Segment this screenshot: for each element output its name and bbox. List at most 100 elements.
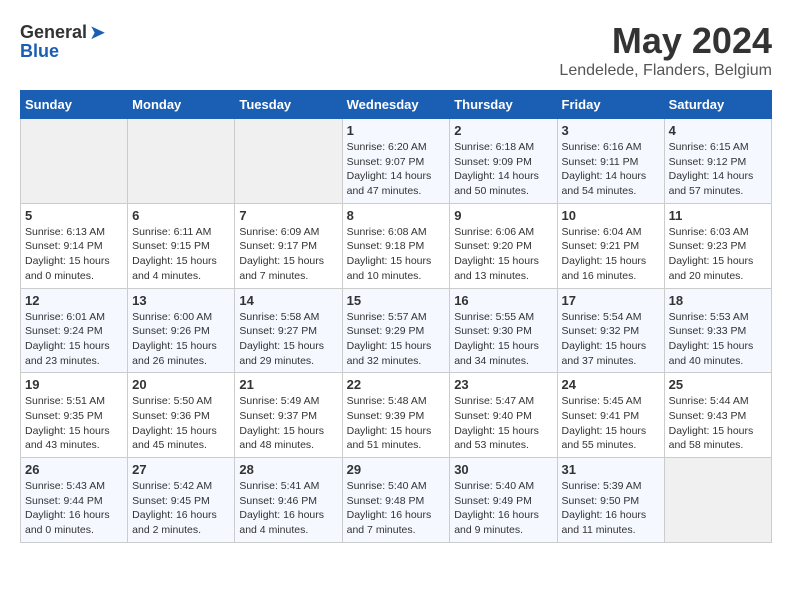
day-number: 7 [239,208,337,223]
calendar-cell: 12Sunrise: 6:01 AM Sunset: 9:24 PM Dayli… [21,288,128,373]
day-info: Sunrise: 5:48 AM Sunset: 9:39 PM Dayligh… [347,394,446,453]
calendar-week-3: 12Sunrise: 6:01 AM Sunset: 9:24 PM Dayli… [21,288,772,373]
day-number: 5 [25,208,123,223]
header-sunday: Sunday [21,91,128,119]
calendar-cell: 19 Sunrise: 5:51 AM Sunset: 9:35 PM Dayli… [21,373,128,458]
day-number: 3 [562,123,660,138]
calendar-cell: 30 Sunrise: 5:40 AM Sunset: 9:49 PM Dayli… [450,458,557,543]
day-number: 30 [454,462,552,477]
calendar-week-4: 19 Sunrise: 5:51 AM Sunset: 9:35 PM Dayli… [21,373,772,458]
calendar-cell: 7 Sunrise: 6:09 AM Sunset: 9:17 PM Daylig… [235,203,342,288]
day-number: 17 [562,293,660,308]
calendar-cell: 24Sunrise: 5:45 AM Sunset: 9:41 PM Dayli… [557,373,664,458]
calendar-cell: 29 Sunrise: 5:40 AM Sunset: 9:48 PM Dayli… [342,458,450,543]
day-number: 12 [25,293,123,308]
day-info: Sunrise: 5:40 AM Sunset: 9:49 PM Dayligh… [454,479,552,538]
day-number: 13 [132,293,230,308]
day-number: 27 [132,462,230,477]
calendar-cell [235,119,342,204]
day-info: Sunrise: 5:44 AM Sunset: 9:43 PM Dayligh… [669,394,767,453]
calendar-cell: 3 Sunrise: 6:16 AM Sunset: 9:11 PM Daylig… [557,119,664,204]
calendar-cell: 6Sunrise: 6:11 AM Sunset: 9:15 PM Daylig… [128,203,235,288]
day-number: 28 [239,462,337,477]
day-info: Sunrise: 5:54 AM Sunset: 9:32 PM Dayligh… [562,310,660,369]
day-number: 14 [239,293,337,308]
day-number: 22 [347,377,446,392]
day-number: 2 [454,123,552,138]
day-info: Sunrise: 6:20 AM Sunset: 9:07 PM Dayligh… [347,140,446,199]
day-info: Sunrise: 5:42 AM Sunset: 9:45 PM Dayligh… [132,479,230,538]
calendar-cell: 1 Sunrise: 6:20 AM Sunset: 9:07 PM Daylig… [342,119,450,204]
day-info: Sunrise: 5:50 AM Sunset: 9:36 PM Dayligh… [132,394,230,453]
day-number: 8 [347,208,446,223]
day-info: Sunrise: 5:43 AM Sunset: 9:44 PM Dayligh… [25,479,123,538]
logo-general: General [20,22,87,43]
calendar-cell: 13 Sunrise: 6:00 AM Sunset: 9:26 PM Dayli… [128,288,235,373]
calendar-table: SundayMondayTuesdayWednesdayThursdayFrid… [20,90,772,543]
calendar-cell: 10Sunrise: 6:04 AM Sunset: 9:21 PM Dayli… [557,203,664,288]
calendar-cell [664,458,771,543]
day-info: Sunrise: 5:41 AM Sunset: 9:46 PM Dayligh… [239,479,337,538]
day-info: Sunrise: 6:06 AM Sunset: 9:20 PM Dayligh… [454,225,552,284]
header-row: SundayMondayTuesdayWednesdayThursdayFrid… [21,91,772,119]
calendar-cell: 15 Sunrise: 5:57 AM Sunset: 9:29 PM Dayli… [342,288,450,373]
day-info: Sunrise: 6:08 AM Sunset: 9:18 PM Dayligh… [347,225,446,284]
day-info: Sunrise: 6:15 AM Sunset: 9:12 PM Dayligh… [669,140,767,199]
day-info: Sunrise: 5:51 AM Sunset: 9:35 PM Dayligh… [25,394,123,453]
day-number: 16 [454,293,552,308]
calendar-cell: 28 Sunrise: 5:41 AM Sunset: 9:46 PM Dayli… [235,458,342,543]
day-info: Sunrise: 5:39 AM Sunset: 9:50 PM Dayligh… [562,479,660,538]
calendar-cell: 11Sunrise: 6:03 AM Sunset: 9:23 PM Dayli… [664,203,771,288]
calendar-cell: 22 Sunrise: 5:48 AM Sunset: 9:39 PM Dayli… [342,373,450,458]
day-info: Sunrise: 5:57 AM Sunset: 9:29 PM Dayligh… [347,310,446,369]
day-number: 29 [347,462,446,477]
calendar-cell: 26 Sunrise: 5:43 AM Sunset: 9:44 PM Dayli… [21,458,128,543]
calendar-cell: 2Sunrise: 6:18 AM Sunset: 9:09 PM Daylig… [450,119,557,204]
calendar-cell: 25 Sunrise: 5:44 AM Sunset: 9:43 PM Dayli… [664,373,771,458]
calendar-cell: 20 Sunrise: 5:50 AM Sunset: 9:36 PM Dayli… [128,373,235,458]
calendar-cell: 14 Sunrise: 5:58 AM Sunset: 9:27 PM Dayli… [235,288,342,373]
calendar-cell: 23Sunrise: 5:47 AM Sunset: 9:40 PM Dayli… [450,373,557,458]
day-info: Sunrise: 5:49 AM Sunset: 9:37 PM Dayligh… [239,394,337,453]
day-number: 21 [239,377,337,392]
page-header: General ➤ Blue May 2024 Lendelede, Fland… [20,20,772,80]
calendar-cell: 27 Sunrise: 5:42 AM Sunset: 9:45 PM Dayli… [128,458,235,543]
day-info: Sunrise: 5:55 AM Sunset: 9:30 PM Dayligh… [454,310,552,369]
day-number: 1 [347,123,446,138]
day-info: Sunrise: 6:11 AM Sunset: 9:15 PM Dayligh… [132,225,230,284]
day-info: Sunrise: 6:09 AM Sunset: 9:17 PM Dayligh… [239,225,337,284]
calendar-cell: 31Sunrise: 5:39 AM Sunset: 9:50 PM Dayli… [557,458,664,543]
day-info: Sunrise: 6:04 AM Sunset: 9:21 PM Dayligh… [562,225,660,284]
calendar-cell: 5Sunrise: 6:13 AM Sunset: 9:14 PM Daylig… [21,203,128,288]
day-info: Sunrise: 5:58 AM Sunset: 9:27 PM Dayligh… [239,310,337,369]
day-info: Sunrise: 5:40 AM Sunset: 9:48 PM Dayligh… [347,479,446,538]
day-number: 19 [25,377,123,392]
calendar-week-5: 26 Sunrise: 5:43 AM Sunset: 9:44 PM Dayli… [21,458,772,543]
calendar-cell: 8 Sunrise: 6:08 AM Sunset: 9:18 PM Daylig… [342,203,450,288]
day-number: 20 [132,377,230,392]
header-saturday: Saturday [664,91,771,119]
day-info: Sunrise: 6:16 AM Sunset: 9:11 PM Dayligh… [562,140,660,199]
logo: General ➤ Blue [20,20,106,62]
day-number: 23 [454,377,552,392]
day-info: Sunrise: 5:45 AM Sunset: 9:41 PM Dayligh… [562,394,660,453]
calendar-cell: 21 Sunrise: 5:49 AM Sunset: 9:37 PM Dayli… [235,373,342,458]
day-number: 9 [454,208,552,223]
calendar-cell: 16 Sunrise: 5:55 AM Sunset: 9:30 PM Dayli… [450,288,557,373]
day-number: 25 [669,377,767,392]
day-number: 18 [669,293,767,308]
day-number: 26 [25,462,123,477]
day-number: 11 [669,208,767,223]
month-title: May 2024 [559,20,772,62]
calendar-cell: 9 Sunrise: 6:06 AM Sunset: 9:20 PM Daylig… [450,203,557,288]
title-block: May 2024 Lendelede, Flanders, Belgium [559,20,772,80]
logo-blue: Blue [20,41,59,62]
day-info: Sunrise: 6:00 AM Sunset: 9:26 PM Dayligh… [132,310,230,369]
calendar-cell: 17 Sunrise: 5:54 AM Sunset: 9:32 PM Dayli… [557,288,664,373]
day-number: 15 [347,293,446,308]
header-thursday: Thursday [450,91,557,119]
day-info: Sunrise: 5:53 AM Sunset: 9:33 PM Dayligh… [669,310,767,369]
header-friday: Friday [557,91,664,119]
header-wednesday: Wednesday [342,91,450,119]
header-tuesday: Tuesday [235,91,342,119]
